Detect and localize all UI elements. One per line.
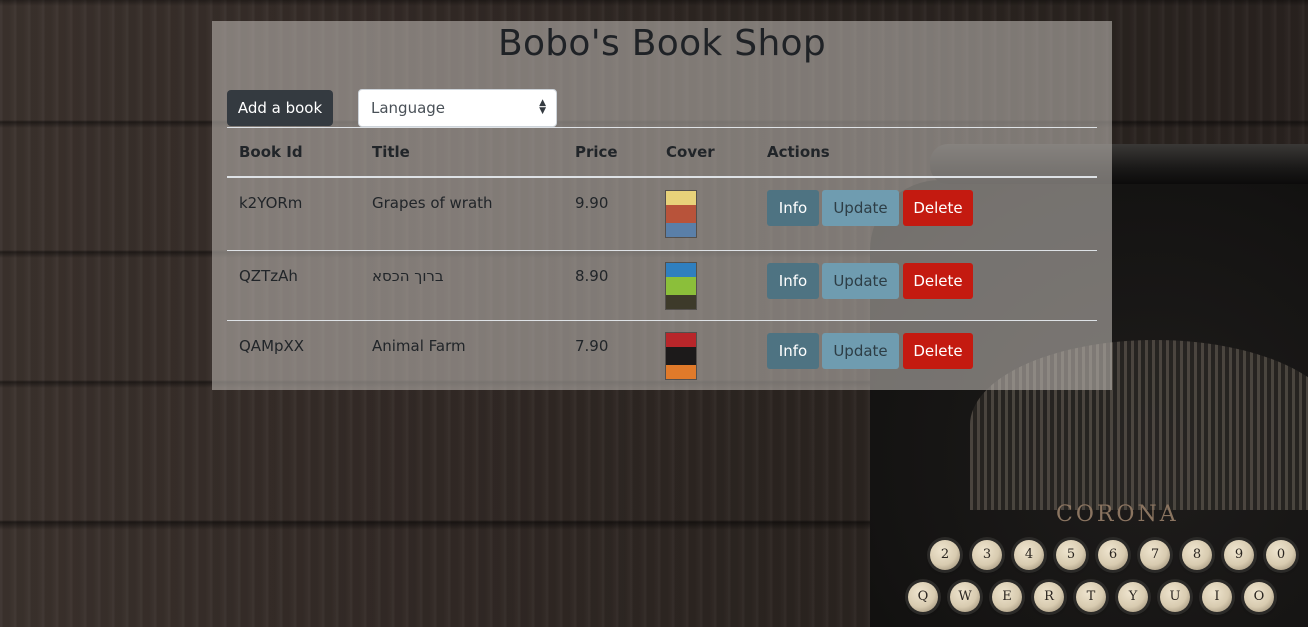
- book-id: k2YORm: [239, 194, 303, 212]
- typewriter-key: 0: [1266, 540, 1296, 570]
- table-top-divider: [227, 127, 1097, 128]
- header-actions: Actions: [767, 143, 830, 161]
- typewriter-key: T: [1076, 582, 1106, 612]
- update-button[interactable]: Update: [822, 333, 899, 369]
- book-price: 9.90: [575, 194, 609, 212]
- book-cover-image[interactable]: [666, 263, 696, 309]
- info-button[interactable]: Info: [767, 333, 819, 369]
- typewriter-key: O: [1244, 582, 1274, 612]
- typewriter-key: 9: [1224, 540, 1254, 570]
- typewriter-key: 4: [1014, 540, 1044, 570]
- language-select-value: Language: [371, 99, 446, 117]
- typewriter-brand: CORONA: [1056, 502, 1179, 527]
- info-button[interactable]: Info: [767, 190, 819, 226]
- main-panel: Bobo's Book Shop Add a book Language ▲ ▼ …: [212, 21, 1112, 390]
- book-title: Grapes of wrath: [372, 194, 493, 212]
- book-title: ברוך הכסא: [372, 267, 444, 285]
- typewriter-key: Q: [908, 582, 938, 612]
- book-id: QZTzAh: [239, 267, 298, 285]
- book-id: QAMpXX: [239, 337, 305, 355]
- language-select[interactable]: Language ▲ ▼: [358, 89, 557, 127]
- book-price: 7.90: [575, 337, 609, 355]
- typewriter-key: 3: [972, 540, 1002, 570]
- add-book-button[interactable]: Add a book: [227, 90, 333, 126]
- book-cover-image[interactable]: [666, 191, 696, 237]
- typewriter-key: Y: [1118, 582, 1148, 612]
- book-title: Animal Farm: [372, 337, 466, 355]
- header-price: Price: [575, 143, 618, 161]
- header-book-id: Book Id: [239, 143, 303, 161]
- info-button[interactable]: Info: [767, 263, 819, 299]
- book-cover-image[interactable]: [666, 333, 696, 379]
- typewriter-key: 2: [930, 540, 960, 570]
- row-divider: [227, 320, 1097, 321]
- delete-button[interactable]: Delete: [903, 263, 973, 299]
- typewriter-key: 8: [1182, 540, 1212, 570]
- typewriter-key: R: [1034, 582, 1064, 612]
- header-cover: Cover: [666, 143, 715, 161]
- header-title: Title: [372, 143, 410, 161]
- typewriter-key: E: [992, 582, 1022, 612]
- page-title: Bobo's Book Shop: [497, 23, 827, 64]
- typewriter-key: 5: [1056, 540, 1086, 570]
- update-button[interactable]: Update: [822, 263, 899, 299]
- table-header-divider: [227, 176, 1097, 178]
- delete-button[interactable]: Delete: [903, 333, 973, 369]
- typewriter-key: I: [1202, 582, 1232, 612]
- update-button[interactable]: Update: [822, 190, 899, 226]
- typewriter-key: W: [950, 582, 980, 612]
- row-divider: [227, 250, 1097, 251]
- book-price: 8.90: [575, 267, 609, 285]
- select-caret-icon: ▲ ▼: [539, 98, 546, 116]
- typewriter-key: U: [1160, 582, 1190, 612]
- delete-button[interactable]: Delete: [903, 190, 973, 226]
- typewriter-key: 7: [1140, 540, 1170, 570]
- typewriter-key: 6: [1098, 540, 1128, 570]
